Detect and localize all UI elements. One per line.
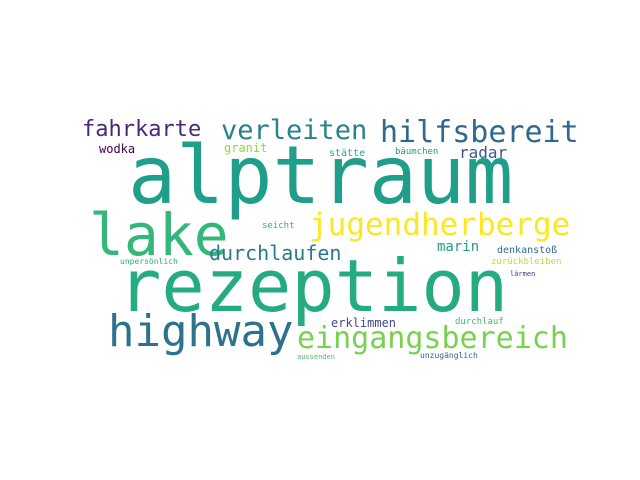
word-seicht: seicht <box>262 221 295 231</box>
word-staette: stätte <box>329 148 366 159</box>
word-laermen: lärmen <box>510 270 536 278</box>
word-highway: highway <box>108 306 294 357</box>
word-durchlaufen: durchlaufen <box>209 241 342 265</box>
word-baeumchen: bäumchen <box>395 147 439 157</box>
word-unpersoenlich: unpersönlich <box>120 257 178 266</box>
word-lake: lake <box>89 201 229 269</box>
word-aussenden: aussenden <box>297 353 335 361</box>
word-jugendherberge: jugendherberge <box>309 207 571 243</box>
word-radar: radar <box>459 143 508 162</box>
word-fahrkarte: fahrkarte <box>82 117 202 142</box>
word-zurueckbleiben: zurückbleiben <box>491 257 562 267</box>
word-erklimmen: erklimmen <box>331 316 397 330</box>
word-granit: granit <box>224 141 268 155</box>
word-unzugaenglich: unzugänglich <box>420 351 478 360</box>
word-cloud: alptraum rezeption lake highway jugendhe… <box>0 0 640 480</box>
word-verleiten: verleiten <box>221 115 368 146</box>
word-marin: marin <box>437 239 480 255</box>
word-durchlauf: durchlauf <box>455 317 504 327</box>
word-denkanstoss: denkanstoß <box>497 245 558 256</box>
word-wodka: wodka <box>99 142 136 156</box>
